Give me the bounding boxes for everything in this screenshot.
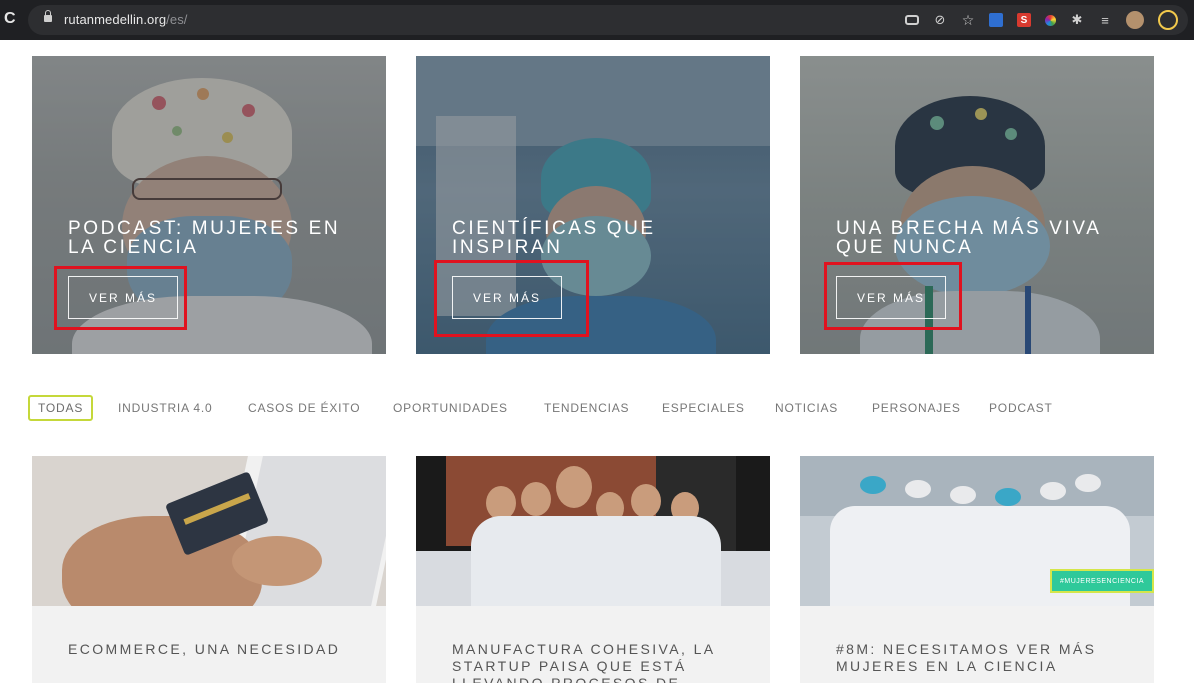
filter-oportunidades[interactable]: OPORTUNIDADES: [393, 395, 508, 421]
ver-mas-button-1[interactable]: VER MÁS: [68, 276, 178, 319]
account-ring[interactable]: [1158, 10, 1178, 30]
lock-icon[interactable]: [44, 10, 52, 25]
filter-especiales[interactable]: ESPECIALES: [662, 395, 745, 421]
filter-casos-de-exito[interactable]: CASOS DE ÉXITO: [248, 395, 360, 421]
address-bar[interactable]: rutanmedellin.org/es/ ⊘ ☆ S ✱ ≡: [28, 5, 1188, 35]
article-title-1[interactable]: ECOMMERCE, UNA NECESIDAD: [68, 641, 358, 658]
eye-off-icon[interactable]: ⊘: [933, 12, 947, 27]
article-title-2[interactable]: MANUFACTURA COHESIVA, LA STARTUP PAISA Q…: [452, 641, 742, 683]
extension-s-icon[interactable]: S: [1017, 13, 1031, 27]
ver-mas-button-3[interactable]: VER MÁS: [836, 276, 946, 319]
hashtag-badge: #MUJERESENCIENCIA: [1050, 569, 1154, 593]
extension-color-icon[interactable]: [1045, 14, 1056, 26]
browser-toolbar: C rutanmedellin.org/es/ ⊘ ☆ S ✱ ≡: [0, 0, 1194, 40]
hero-title-3[interactable]: UNA BRECHA MÁS VIVA QUE NUNCA: [836, 219, 1126, 257]
filter-podcast[interactable]: PODCAST: [989, 395, 1053, 421]
article-card-2[interactable]: MANUFACTURA COHESIVA, LA STARTUP PAISA Q…: [416, 456, 770, 683]
reading-list-icon[interactable]: ≡: [1098, 13, 1112, 28]
star-icon[interactable]: ☆: [961, 12, 975, 28]
filter-personajes[interactable]: PERSONAJES: [872, 395, 961, 421]
filter-tendencias[interactable]: TENDENCIAS: [544, 395, 629, 421]
hero-title-1[interactable]: PODCAST: MUJERES EN LA CIENCIA: [68, 219, 358, 257]
article-title-3[interactable]: #8M: NECESITAMOS VER MÁS MUJERES EN LA C…: [836, 641, 1126, 675]
profile-avatar[interactable]: [1126, 11, 1144, 29]
url-text[interactable]: rutanmedellin.org/es/: [64, 12, 188, 27]
puzzle-icon[interactable]: ✱: [1070, 12, 1084, 27]
article-thumb-1[interactable]: [32, 456, 386, 606]
extension-blue-icon[interactable]: [989, 13, 1003, 27]
url-path: /es/: [166, 12, 188, 27]
filter-noticias[interactable]: NOTICIAS: [775, 395, 838, 421]
hero-card-1[interactable]: PODCAST: MUJERES EN LA CIENCIA VER MÁS: [32, 56, 386, 354]
article-card-3[interactable]: #MUJERESENCIENCIA #8M: NECESITAMOS VER M…: [800, 456, 1154, 683]
article-thumb-2[interactable]: [416, 456, 770, 606]
article-card-1[interactable]: ECOMMERCE, UNA NECESIDAD: [32, 456, 386, 683]
url-domain: rutanmedellin.org: [64, 12, 167, 27]
hero-card-2[interactable]: CIENTÍFICAS QUE INSPIRAN VER MÁS: [416, 56, 770, 354]
filter-industria[interactable]: INDUSTRIA 4.0: [118, 395, 212, 421]
filter-todas[interactable]: TODAS: [28, 395, 94, 421]
category-filter-bar: TODAS INDUSTRIA 4.0 CASOS DE ÉXITO OPORT…: [0, 395, 1194, 423]
ver-mas-button-2[interactable]: VER MÁS: [452, 276, 562, 319]
hero-card-3[interactable]: UNA BRECHA MÁS VIVA QUE NUNCA VER MÁS: [800, 56, 1154, 354]
key-icon[interactable]: [905, 13, 919, 27]
reload-icon[interactable]: C: [4, 10, 16, 28]
hero-title-2[interactable]: CIENTÍFICAS QUE INSPIRAN: [452, 219, 742, 257]
toolbar-icons: ⊘ ☆ S ✱ ≡: [905, 9, 1178, 31]
